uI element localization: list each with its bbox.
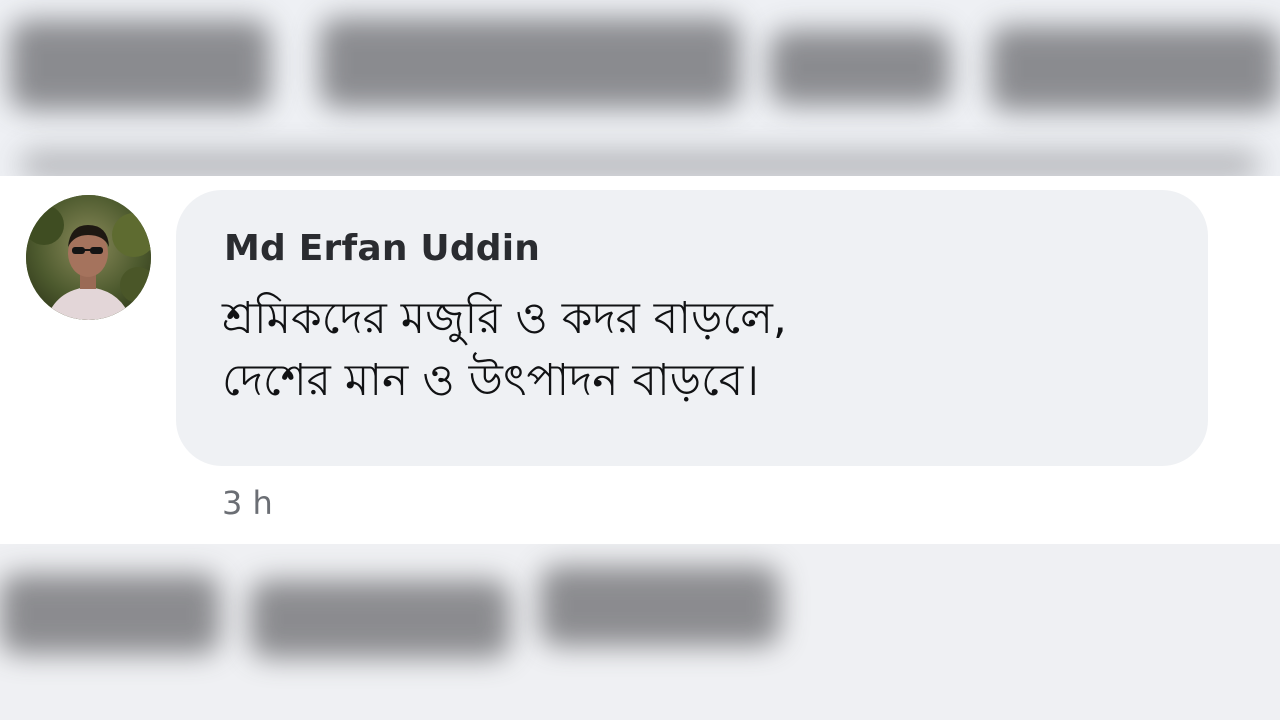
comment-text-line: শ্রমিকদের মজুরি ও কদর বাড়লে, — [222, 293, 787, 344]
comment-text: শ্রমিকদের মজুরি ও কদর বাড়লে, দেশের মান … — [222, 288, 1162, 412]
comment-bubble: Md Erfan Uddin শ্রমিকদের মজুরি ও কদর বাড… — [176, 190, 1208, 466]
blurred-content-bottom — [0, 544, 1280, 720]
blurred-content-top — [0, 0, 1280, 176]
comment-author[interactable]: Md Erfan Uddin — [224, 228, 540, 269]
comment-text-line: দেশের মান ও উৎপাদন বাড়বে। — [222, 355, 760, 406]
comment: Md Erfan Uddin শ্রমিকদের মজুরি ও কদর বাড… — [0, 176, 1280, 544]
comment-timestamp[interactable]: 3 h — [222, 484, 273, 522]
profile-photo-icon — [26, 195, 151, 320]
comment-screenshot: Md Erfan Uddin শ্রমিকদের মজুরি ও কদর বাড… — [0, 0, 1280, 720]
avatar[interactable] — [26, 195, 151, 320]
